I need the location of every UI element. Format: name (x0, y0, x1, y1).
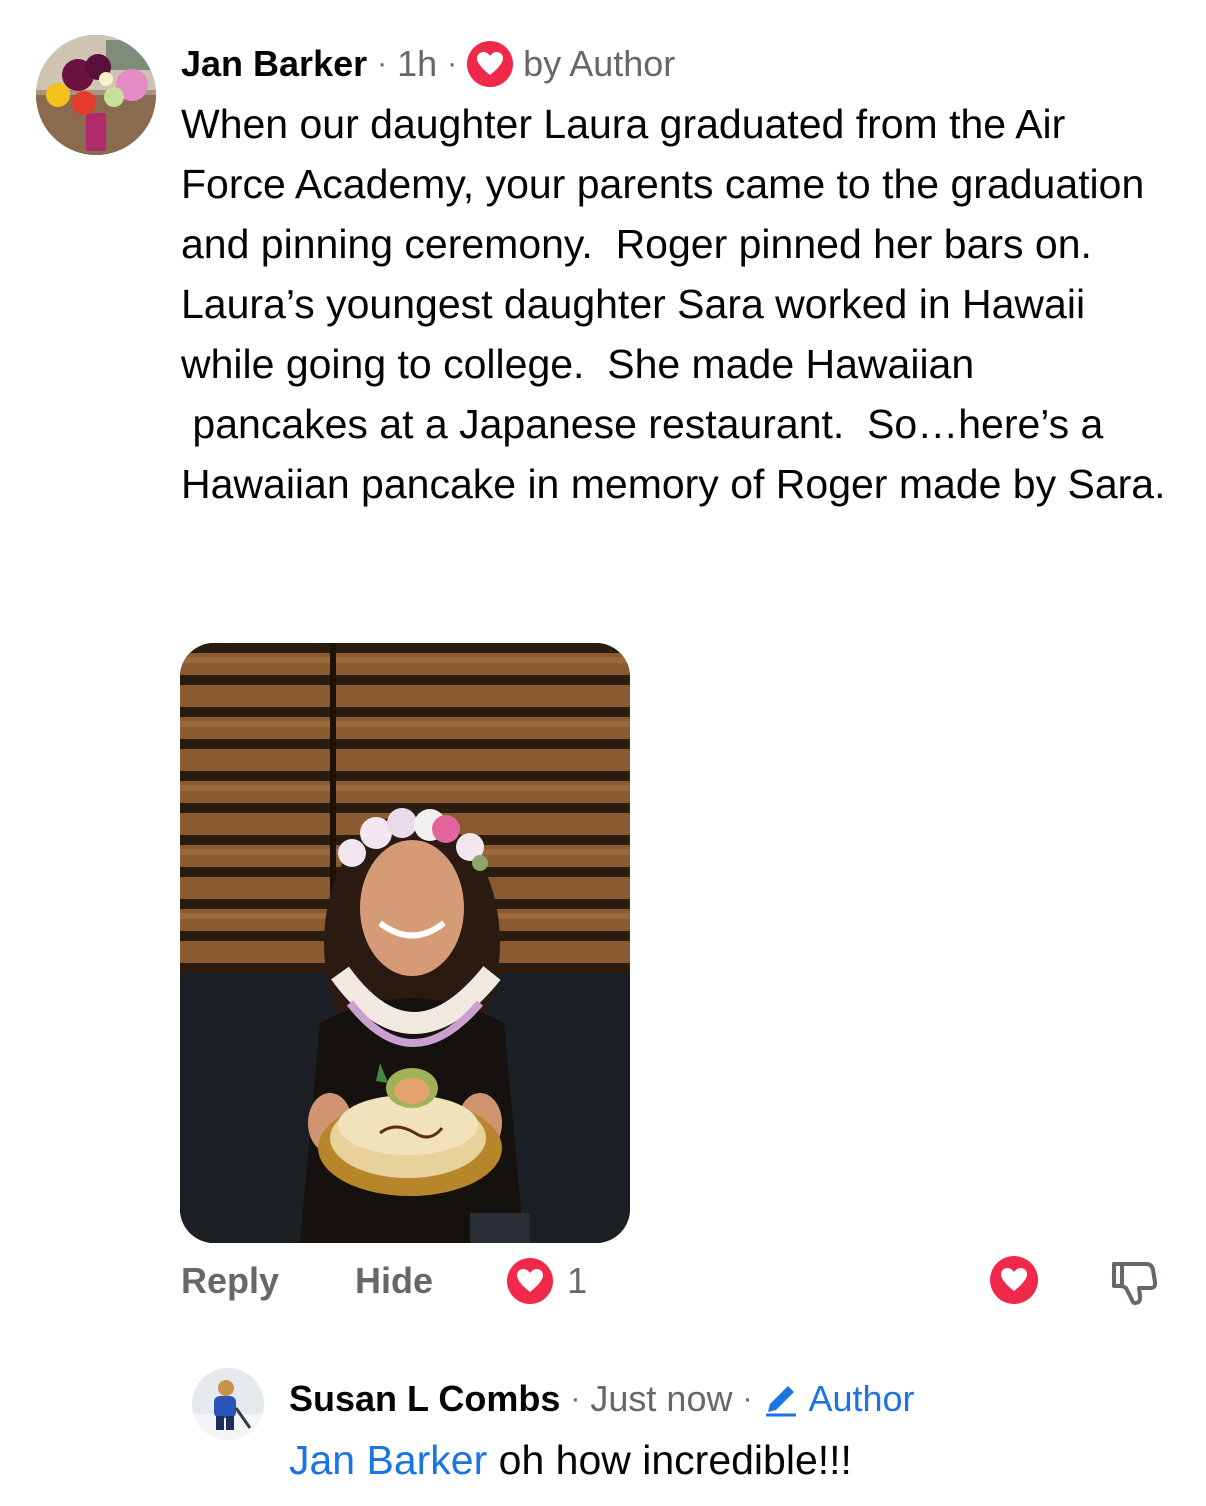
author-badge: Author (762, 1378, 915, 1420)
reply-text-content: oh how incredible!!! (487, 1437, 852, 1483)
thumbs-down-icon (1112, 1262, 1158, 1305)
heart-icon (507, 1258, 554, 1304)
comment-thread: Jan Barker · 1h · by Author When our dau… (0, 0, 1206, 1506)
avatar[interactable] (36, 35, 156, 155)
reply-avatar[interactable] (192, 1368, 264, 1440)
reply-author-name[interactable]: Susan L Combs (289, 1378, 560, 1420)
reaction-count: 1 (567, 1260, 588, 1301)
comment-author-name[interactable]: Jan Barker (181, 43, 367, 85)
reply-header: Susan L Combs · Just now · Author (289, 1374, 915, 1424)
comment-text: When our daughter Laura graduated from t… (181, 101, 1166, 507)
pencil-icon (766, 1386, 797, 1417)
dislike-button[interactable] (1108, 1256, 1160, 1308)
comment-actions: Reply Hide 1 (181, 1258, 587, 1304)
heart-icon (467, 41, 514, 87)
comment-timestamp[interactable]: 1h (397, 43, 437, 85)
hide-button[interactable]: Hide (355, 1260, 433, 1302)
reply-button[interactable]: Reply (181, 1260, 279, 1302)
reply-text: Jan Barker oh how incredible!!! (289, 1430, 852, 1490)
heart-icon (1001, 1268, 1027, 1291)
author-badge-label: Author (808, 1378, 915, 1419)
separator-dot: · (377, 47, 388, 80)
separator-dot: · (447, 47, 458, 80)
separator-dot: · (570, 1382, 581, 1415)
reaction-summary[interactable]: 1 (507, 1258, 587, 1304)
like-button[interactable] (990, 1256, 1038, 1304)
separator-dot: · (742, 1382, 753, 1415)
mention-link[interactable]: Jan Barker (289, 1437, 487, 1483)
author-badge-label: by Author (523, 43, 676, 84)
reply-timestamp[interactable]: Just now (590, 1378, 732, 1420)
comment-photo[interactable] (180, 643, 630, 1243)
comment-header: Jan Barker · 1h · by Author (181, 38, 675, 90)
